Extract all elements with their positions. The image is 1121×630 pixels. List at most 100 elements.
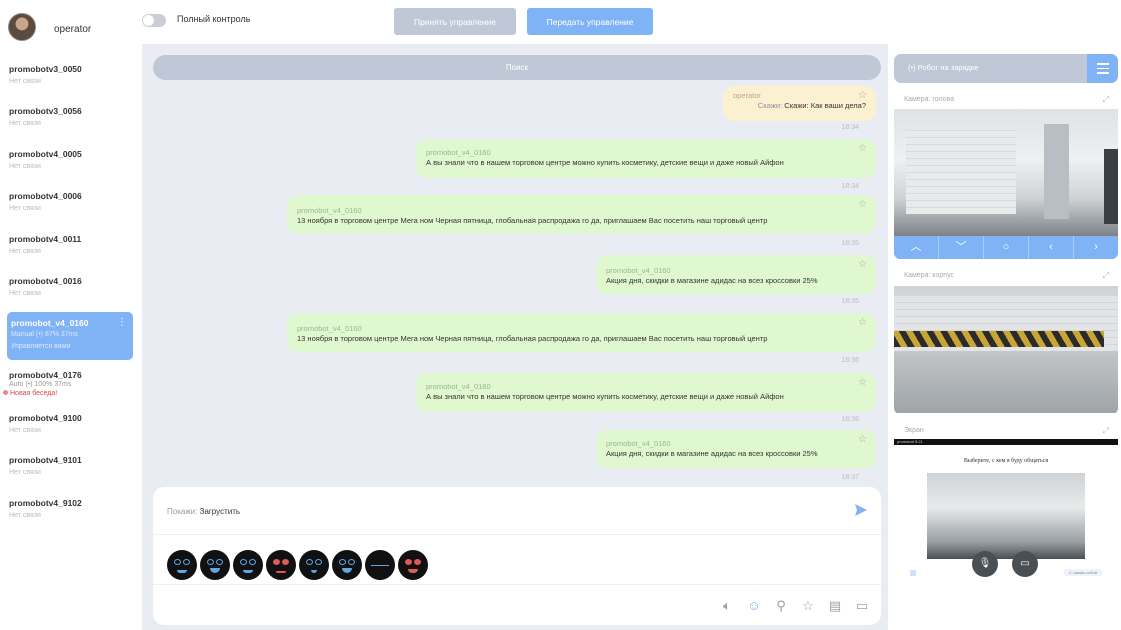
message-text: А вы знали что в нашем торговом центре м… xyxy=(426,392,784,401)
screen-panel: Экран ⤢ promobot 5:21 Выберите, с кем я … xyxy=(894,419,1118,581)
emotion-smile-icon[interactable] xyxy=(233,550,263,580)
new-conversation-alert[interactable]: Новая беседа! xyxy=(3,390,142,397)
emotion-sleep-icon[interactable] xyxy=(365,550,395,580)
chat-message: promobot_v4_0160 А вы знали что в нашем … xyxy=(416,373,876,412)
robot-item-promobotv4-0016[interactable]: promobotv4_0016 Нет связи xyxy=(0,270,142,312)
star-icon[interactable]: ☆ xyxy=(858,259,867,270)
screen-title: Экран xyxy=(904,427,924,434)
robot-status: Нет связи xyxy=(9,162,41,170)
input-value: Загрустить xyxy=(199,507,241,516)
camera-body-panel: Камера: корпус ⤢ xyxy=(894,264,1118,414)
robot-name: promobotv4_0011 xyxy=(9,233,82,244)
star-icon[interactable]: ☆ xyxy=(858,199,867,210)
robot-item-promobot-v4-0160[interactable]: promobot_v4_0160 Manual (•) 87% 37ms Упр… xyxy=(7,312,133,361)
screen-photo xyxy=(927,473,1085,559)
alert-dot-icon xyxy=(3,390,8,396)
emotion-joy-icon[interactable] xyxy=(332,550,362,580)
star-icon[interactable]: ☆ xyxy=(858,317,867,328)
robot-item-promobotv4-0011[interactable]: promobotv4_0011 Нет связи xyxy=(0,228,142,270)
user-profile[interactable]: operator xyxy=(8,13,91,41)
robot-status: Нет связи xyxy=(9,511,41,519)
robot-name: promobotv4_9102 xyxy=(9,497,82,508)
chevron-left-icon[interactable]: ‹ xyxy=(1029,236,1074,259)
emotion-happy-icon[interactable] xyxy=(200,550,230,580)
robot-name: promobotv4_0016 xyxy=(9,275,82,286)
chat-message: promobot_v4_0160 Акция дня, скидки в маг… xyxy=(596,430,876,468)
microphone-icon[interactable]: 🎙︎ xyxy=(972,551,998,577)
command-prefix: Покажи: xyxy=(167,507,198,516)
star-icon[interactable]: ☆ xyxy=(858,434,867,445)
camera-head-title: Камера: голова xyxy=(904,96,955,103)
emotion-surprised-icon[interactable] xyxy=(299,550,329,580)
trash-icon[interactable]: ▤ xyxy=(828,599,842,613)
emotion-neutral-icon[interactable] xyxy=(167,550,197,580)
message-author: promobot_v4_0160 xyxy=(297,324,362,333)
robot-name: promobotv4_0006 xyxy=(9,191,82,202)
robot-status: Manual (•) 87% 37ms xyxy=(11,331,79,339)
message-time: 18:37 xyxy=(841,474,859,481)
search-input[interactable]: Поиск xyxy=(153,55,881,80)
robot-status: Auto (•) 100% 37ms xyxy=(9,381,72,389)
robot-item-promobotv4-9102[interactable]: promobotv4_9102 Нет связи xyxy=(0,492,142,534)
transfer-control-button[interactable]: Передать управление xyxy=(527,8,653,35)
circle-icon[interactable]: ○ xyxy=(984,236,1029,259)
screen-footer-button[interactable]: С самим собой xyxy=(1063,569,1102,576)
star-icon[interactable]: ☆ xyxy=(858,90,867,101)
person-icon[interactable]: ⚲ xyxy=(774,599,788,613)
robot-item-promobotv3-0050[interactable]: promobotv3_0050 Нет связи xyxy=(0,58,142,100)
robot-screen-mirror: promobot 5:21 Выберите, с кем я буду общ… xyxy=(894,439,1118,578)
camera-body-title: Камера: корпус xyxy=(904,272,954,279)
robot-item-promobotv4-0006[interactable]: promobotv4_0006 Нет связи xyxy=(0,185,142,227)
message-time: 18:35 xyxy=(841,298,859,305)
speaker-icon[interactable]: 🔈︎ xyxy=(720,599,734,613)
star-icon[interactable]: ☆ xyxy=(858,143,867,154)
smile-icon[interactable]: ☺ xyxy=(747,599,761,613)
send-icon[interactable] xyxy=(854,503,868,517)
chevron-up-icon[interactable]: ︿ xyxy=(894,236,939,259)
emotion-angry-icon[interactable] xyxy=(266,550,296,580)
message-text: Скажи: Скажи: Как ваши дела? xyxy=(733,101,866,110)
camera-head-panel: Камера: голова ⤢ ︿ ﹀ ○ ‹ › xyxy=(894,88,1118,259)
composer-toolbar: 🔈︎ ☺ ⚲ ☆ ▤ ▭ xyxy=(720,599,869,613)
robot-status: Нет связи xyxy=(9,78,41,85)
message-author: promobot_v4_0160 xyxy=(606,439,671,448)
robot-item-promobotv4-9100[interactable]: promobotv4_9100 Нет связи xyxy=(0,407,142,449)
robot-item-promobotv3-0056[interactable]: promobotv3_0056 Нет связи xyxy=(0,100,142,142)
expand-icon[interactable]: ⤢ xyxy=(1103,95,1109,105)
robot-name: promobotv4_0176 xyxy=(9,370,82,381)
robot-control-status: Управляется вами xyxy=(11,343,71,351)
more-options-icon[interactable]: ⋮ xyxy=(117,317,127,328)
menu-icon[interactable] xyxy=(1087,54,1118,83)
star-icon[interactable]: ☆ xyxy=(858,377,867,388)
robot-status: Нет связи xyxy=(9,289,41,297)
camera-controls: ︿ ﹀ ○ ‹ › xyxy=(894,236,1118,259)
message-input[interactable]: Покажи: Загрустить xyxy=(167,507,240,516)
message-text: Акция дня, скидки в магазине адидас на в… xyxy=(606,449,818,458)
camera-head-feed xyxy=(894,109,1118,236)
robot-item-promobotv4-0005[interactable]: promobotv4_0005 Нет связи xyxy=(0,143,142,185)
robot-status: Нет связи xyxy=(9,426,41,434)
chevron-right-icon[interactable]: › xyxy=(1074,236,1118,259)
expand-icon[interactable]: ⤢ xyxy=(1103,426,1109,436)
message-command: Скажи: xyxy=(757,101,783,110)
robot-status: Нет связи xyxy=(9,247,41,255)
expand-icon[interactable]: ⤢ xyxy=(1103,271,1109,281)
robot-name: promobotv4_9100 xyxy=(9,412,82,423)
star-icon[interactable]: ☆ xyxy=(801,599,815,613)
video-camera-icon[interactable]: ▭ xyxy=(1012,551,1038,577)
chevron-down-icon[interactable]: ﹀ xyxy=(939,236,984,259)
emotion-love-icon[interactable] xyxy=(398,550,428,580)
accept-control-button[interactable]: Принять управление xyxy=(394,8,516,35)
full-control-toggle[interactable] xyxy=(142,14,166,27)
message-time: 18:34 xyxy=(841,183,859,190)
chat-message: promobot_v4_0160 А вы знали что в нашем … xyxy=(416,139,876,178)
robot-item-promobotv4-0176[interactable]: promobotv4_0176 Auto (•) 100% 37ms Новая… xyxy=(0,364,142,406)
camera-body-feed xyxy=(894,286,1118,413)
message-time: 18:35 xyxy=(841,240,859,247)
robot-list: promobotv3_0050 Нет связи promobotv3_005… xyxy=(0,58,142,534)
message-text: 13 ноября в торговом центре Мега ном Чер… xyxy=(297,216,768,225)
monitor-icon[interactable]: ▭ xyxy=(855,599,869,613)
message-text: Акция дня, скидки в магазине адидас на в… xyxy=(606,276,818,285)
robot-status: Нет связи xyxy=(9,469,41,477)
robot-item-promobotv4-9101[interactable]: promobotv4_9101 Нет связи xyxy=(0,449,142,491)
